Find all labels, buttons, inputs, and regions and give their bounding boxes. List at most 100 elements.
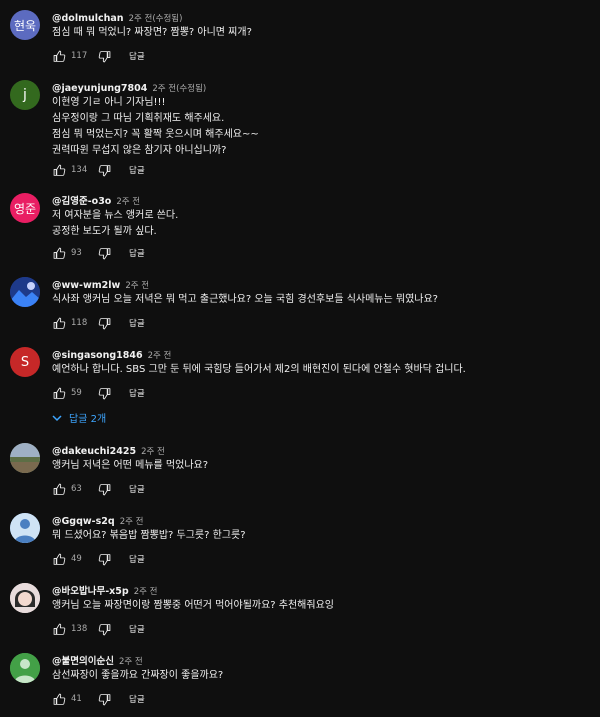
comment-time[interactable]: 2주 전 bbox=[148, 351, 172, 361]
dislike-button[interactable] bbox=[97, 482, 111, 496]
reply-button[interactable]: 답글 bbox=[129, 164, 145, 176]
like-button[interactable] bbox=[52, 692, 66, 706]
landscape-avatar-icon bbox=[10, 277, 40, 307]
comment-line: 앵커님 저녁은 어떤 메뉴를 먹었나요? bbox=[52, 460, 209, 471]
reply-button[interactable]: 답글 bbox=[129, 483, 145, 495]
comment-actions: 93 답글 bbox=[52, 245, 145, 261]
thumb-up-icon bbox=[53, 317, 65, 329]
reply-button[interactable]: 답글 bbox=[129, 247, 145, 259]
comment-time[interactable]: 2주 전 bbox=[116, 197, 140, 207]
thumb-down-icon bbox=[98, 247, 110, 259]
dislike-button[interactable] bbox=[97, 692, 111, 706]
comment-line: 이현영 기ㄹ 아니 기자님!!! bbox=[52, 97, 166, 108]
reply-button[interactable]: 답글 bbox=[129, 693, 145, 705]
chevron-down-icon bbox=[52, 414, 62, 421]
comment-line: 점심 뭐 먹었는지? 꼭 활짝 웃으시며 해주세요~~ bbox=[52, 129, 259, 140]
comment-time[interactable]: 2주 전 bbox=[141, 447, 165, 457]
comment-time[interactable]: 2주 전 bbox=[119, 657, 143, 667]
comment-text: 앵커님 저녁은 어떤 메뉴를 먹었나요? bbox=[52, 458, 208, 474]
comment-line: 식사좌 앵커님 오늘 저녁은 뭐 먹고 출근했나요? 오늘 국힘 경선후보들 식… bbox=[52, 294, 438, 305]
comment-actions: 49 답글 bbox=[52, 551, 145, 567]
like-count: 59 bbox=[71, 388, 82, 398]
comment-time[interactable]: 2주 전 bbox=[120, 517, 144, 527]
avatar[interactable]: S bbox=[10, 347, 40, 377]
author-name[interactable]: @김영준-o3o bbox=[52, 196, 111, 207]
avatar[interactable]: 영준 bbox=[10, 193, 40, 223]
dislike-button[interactable] bbox=[97, 386, 111, 400]
author-name[interactable]: @바오밥나무-x5p bbox=[52, 586, 129, 597]
reply-button[interactable]: 답글 bbox=[129, 317, 145, 329]
dislike-button[interactable] bbox=[97, 316, 111, 330]
comment-thread: @dakeuchi2425 2주 전 앵커님 저녁은 어떤 메뉴를 먹었나요? 6… bbox=[0, 443, 600, 503]
like-button[interactable] bbox=[52, 386, 66, 400]
thumb-down-icon bbox=[98, 50, 110, 62]
comment-time[interactable]: 2주 전 bbox=[134, 587, 158, 597]
comment-time[interactable]: 2주 전(수정됨) bbox=[152, 84, 206, 94]
like-count: 63 bbox=[71, 484, 82, 494]
like-button[interactable] bbox=[52, 552, 66, 566]
like-button[interactable] bbox=[52, 163, 66, 177]
dislike-button[interactable] bbox=[97, 49, 111, 63]
thumb-up-icon bbox=[53, 247, 65, 259]
photo-avatar-icon bbox=[10, 443, 40, 473]
like-button[interactable] bbox=[52, 49, 66, 63]
author-name[interactable]: @jaeyunjung7804 bbox=[52, 83, 147, 94]
comment-header: @singasong1846 2주 전 bbox=[52, 347, 171, 362]
thumb-down-icon bbox=[98, 553, 110, 565]
author-name[interactable]: @불면의이순신 bbox=[52, 656, 114, 667]
author-name[interactable]: @singasong1846 bbox=[52, 350, 143, 361]
dislike-button[interactable] bbox=[97, 622, 111, 636]
reply-button[interactable]: 답글 bbox=[129, 553, 145, 565]
like-count: 41 bbox=[71, 694, 82, 704]
comment-thread: @불면의이순신 2주 전 삼선짜장이 좋을까요 간짜장이 좋을까요? 41 답글 bbox=[0, 653, 600, 713]
author-name[interactable]: @Ggqw-s2q bbox=[52, 516, 115, 527]
dislike-button[interactable] bbox=[97, 552, 111, 566]
comment-actions: 59 답글 bbox=[52, 385, 145, 401]
replies-count-label: 답글 2개 bbox=[69, 414, 107, 425]
comment-text: 삼선짜장이 좋을까요 간짜장이 좋을까요? bbox=[52, 668, 223, 684]
avatar[interactable] bbox=[10, 513, 40, 543]
comment-header: @Ggqw-s2q 2주 전 bbox=[52, 513, 143, 528]
avatar[interactable]: j bbox=[10, 80, 40, 110]
comment-time[interactable]: 2주 전(수정됨) bbox=[129, 14, 183, 24]
comment-text: 식사좌 앵커님 오늘 저녁은 뭐 먹고 출근했나요? 오늘 국힘 경선후보들 식… bbox=[52, 292, 438, 308]
reply-button[interactable]: 답글 bbox=[129, 623, 145, 635]
comment-header: @jaeyunjung7804 2주 전(수정됨) bbox=[52, 80, 206, 95]
like-count: 118 bbox=[71, 318, 88, 328]
avatar[interactable] bbox=[10, 443, 40, 473]
author-name[interactable]: @ww-wm2lw bbox=[52, 280, 120, 291]
comment-header: @바오밥나무-x5p 2주 전 bbox=[52, 583, 157, 598]
like-button[interactable] bbox=[52, 316, 66, 330]
comment-text: 저 여자분을 뉴스 앵커로 쓴다. 공정한 보도가 될까 싶다. bbox=[52, 208, 178, 240]
comment-header: @ww-wm2lw 2주 전 bbox=[52, 277, 149, 292]
view-replies-button[interactable]: 답글 2개 bbox=[52, 410, 106, 425]
dislike-button[interactable] bbox=[97, 163, 111, 177]
avatar-text: 현욱 bbox=[13, 18, 37, 33]
comment-line: 권력따윈 무섭지 않은 참기자 아니십니까? bbox=[52, 145, 227, 156]
reply-button[interactable]: 답글 bbox=[129, 50, 145, 62]
avatar[interactable] bbox=[10, 583, 40, 613]
avatar[interactable] bbox=[10, 653, 40, 683]
avatar[interactable] bbox=[10, 277, 40, 307]
author-name[interactable]: @dolmulchan bbox=[52, 13, 124, 24]
thumb-up-icon bbox=[53, 623, 65, 635]
reply-button[interactable]: 답글 bbox=[129, 387, 145, 399]
comment-line: 점심 때 뭐 먹었니? 짜장면? 짬뽕? 아니면 찌개? bbox=[52, 27, 252, 38]
comment-actions: 41 답글 bbox=[52, 691, 145, 707]
avatar[interactable]: 현욱 bbox=[10, 10, 40, 40]
comment-line: 심우정이랑 그 따님 기획취재도 해주세요. bbox=[52, 113, 225, 124]
comment-thread: @Ggqw-s2q 2주 전 뭐 드셨어요? 볶음밥 짬뽕밥? 두그릇? 한그릇?… bbox=[0, 513, 600, 573]
comment-header: @dolmulchan 2주 전(수정됨) bbox=[52, 10, 182, 25]
like-button[interactable] bbox=[52, 622, 66, 636]
like-button[interactable] bbox=[52, 482, 66, 496]
dislike-button[interactable] bbox=[97, 246, 111, 260]
avatar-text: S bbox=[20, 354, 30, 370]
thumb-down-icon bbox=[98, 387, 110, 399]
like-button[interactable] bbox=[52, 246, 66, 260]
person-avatar-icon bbox=[10, 653, 40, 683]
comment-time[interactable]: 2주 전 bbox=[125, 281, 149, 291]
comment-text: 이현영 기ㄹ 아니 기자님!!! 심우정이랑 그 따님 기획취재도 해주세요. … bbox=[52, 95, 259, 159]
comment-line: 삼선짜장이 좋을까요 간짜장이 좋을까요? bbox=[52, 670, 224, 681]
thumb-up-icon bbox=[53, 483, 65, 495]
author-name[interactable]: @dakeuchi2425 bbox=[52, 446, 136, 457]
